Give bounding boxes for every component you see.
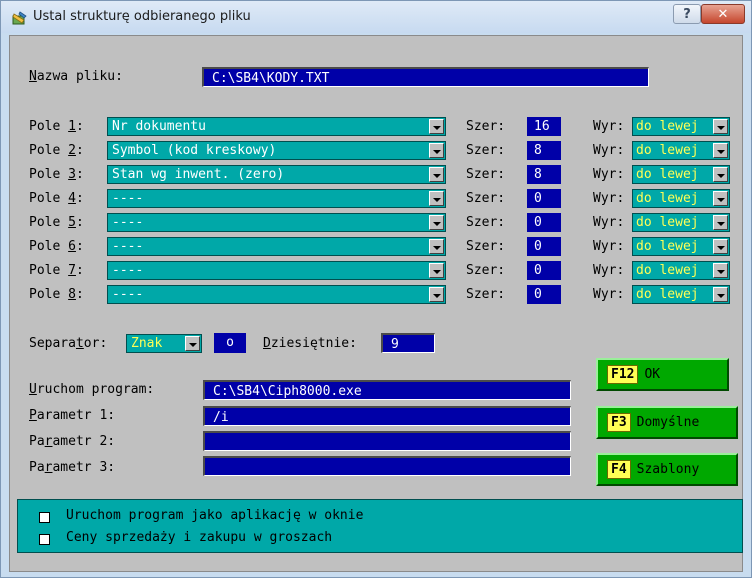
defaults-button[interactable]: F3 Domyślne <box>596 406 738 439</box>
run-in-window-checkbox[interactable] <box>39 512 50 523</box>
separator-char-field[interactable]: o <box>214 333 246 353</box>
title-bar[interactable]: Ustal strukturę odbieranego pliku ? ✕ <box>1 1 751 33</box>
ok-button-label: OK <box>644 367 661 382</box>
param1-field[interactable]: /i <box>203 406 571 426</box>
param3-label: Parametr 3: <box>29 460 116 475</box>
close-button[interactable]: ✕ <box>701 4 745 24</box>
field-combo[interactable]: Stan wg inwent. (zero) <box>107 165 446 184</box>
separator-label: Separator: <box>29 336 108 351</box>
dropdown-arrow-icon[interactable] <box>713 143 728 158</box>
run-in-window-label: Uruchom program jako aplikację w oknie <box>66 508 364 523</box>
defaults-key-hint: F3 <box>607 413 631 432</box>
width-field[interactable]: 0 <box>527 237 561 256</box>
field-combo[interactable]: ---- <box>107 261 446 280</box>
dropdown-arrow-icon[interactable] <box>713 287 728 302</box>
ok-button[interactable]: F12 OK <box>596 358 729 391</box>
align-combo[interactable]: do lewej <box>632 261 730 280</box>
run-program-field[interactable]: C:\SB4\Ciph8000.exe <box>203 380 571 400</box>
field-combo[interactable]: ---- <box>107 285 446 304</box>
separator-combo[interactable]: Znak <box>126 334 202 353</box>
dropdown-arrow-icon[interactable] <box>713 239 728 254</box>
dropdown-arrow-icon[interactable] <box>713 263 728 278</box>
width-field[interactable]: 0 <box>527 285 561 304</box>
run-program-label: Uruchom program: <box>29 382 155 397</box>
align-combo[interactable]: do lewej <box>632 285 730 304</box>
templates-button-label: Szablony <box>636 462 700 477</box>
param1-label: Parametr 1: <box>29 408 116 423</box>
width-field[interactable]: 8 <box>527 165 561 184</box>
prices-in-grosze-checkbox[interactable] <box>39 534 50 545</box>
param3-field[interactable] <box>203 456 571 476</box>
dropdown-arrow-icon[interactable] <box>429 287 444 302</box>
prices-in-grosze-label: Ceny sprzedaży i zakupu w groszach <box>66 530 333 545</box>
dropdown-arrow-icon[interactable] <box>713 119 728 134</box>
dropdown-arrow-icon[interactable] <box>429 143 444 158</box>
align-combo[interactable]: do lewej <box>632 189 730 208</box>
param2-label: Parametr 2: <box>29 434 116 449</box>
align-combo[interactable]: do lewej <box>632 213 730 232</box>
dropdown-arrow-icon[interactable] <box>713 167 728 182</box>
help-button[interactable]: ? <box>673 4 701 24</box>
dropdown-arrow-icon[interactable] <box>429 239 444 254</box>
width-field[interactable]: 8 <box>527 141 561 160</box>
decimals-field[interactable]: 9 <box>381 333 435 353</box>
field-combo[interactable]: ---- <box>107 189 446 208</box>
field-combo[interactable]: ---- <box>107 237 446 256</box>
param2-field[interactable] <box>203 431 571 451</box>
ok-key-hint: F12 <box>607 365 639 384</box>
width-field[interactable]: 16 <box>527 117 561 136</box>
field-combo[interactable]: ---- <box>107 213 446 232</box>
window-title: Ustal strukturę odbieranego pliku <box>33 9 251 24</box>
align-combo[interactable]: do lewej <box>632 237 730 256</box>
dropdown-arrow-icon[interactable] <box>713 191 728 206</box>
templates-button[interactable]: F4 Szablony <box>596 453 738 486</box>
align-combo[interactable]: do lewej <box>632 165 730 184</box>
templates-key-hint: F4 <box>607 460 631 479</box>
dropdown-arrow-icon[interactable] <box>429 167 444 182</box>
width-field[interactable]: 0 <box>527 261 561 280</box>
align-combo[interactable]: do lewej <box>632 141 730 160</box>
width-field[interactable]: 0 <box>527 189 561 208</box>
field-combo[interactable]: Nr dokumentu <box>107 117 446 136</box>
align-combo[interactable]: do lewej <box>632 117 730 136</box>
decimals-label: Dziesiętnie: <box>263 336 357 351</box>
file-name-label: Nazwa pliku: <box>29 69 123 84</box>
dialog-window: Ustal strukturę odbieranego pliku ? ✕ Na… <box>0 0 752 578</box>
dropdown-arrow-icon[interactable] <box>713 215 728 230</box>
defaults-button-label: Domyślne <box>636 415 700 430</box>
file-name-field[interactable]: C:\SB4\KODY.TXT <box>202 67 649 87</box>
app-icon <box>12 11 27 25</box>
dropdown-arrow-icon[interactable] <box>185 336 200 351</box>
field-combo[interactable]: Symbol (kod kreskowy) <box>107 141 446 160</box>
dropdown-arrow-icon[interactable] <box>429 119 444 134</box>
dropdown-arrow-icon[interactable] <box>429 191 444 206</box>
dropdown-arrow-icon[interactable] <box>429 263 444 278</box>
dropdown-arrow-icon[interactable] <box>429 215 444 230</box>
options-panel: Uruchom program jako aplikację w oknie C… <box>17 499 743 553</box>
width-field[interactable]: 0 <box>527 213 561 232</box>
